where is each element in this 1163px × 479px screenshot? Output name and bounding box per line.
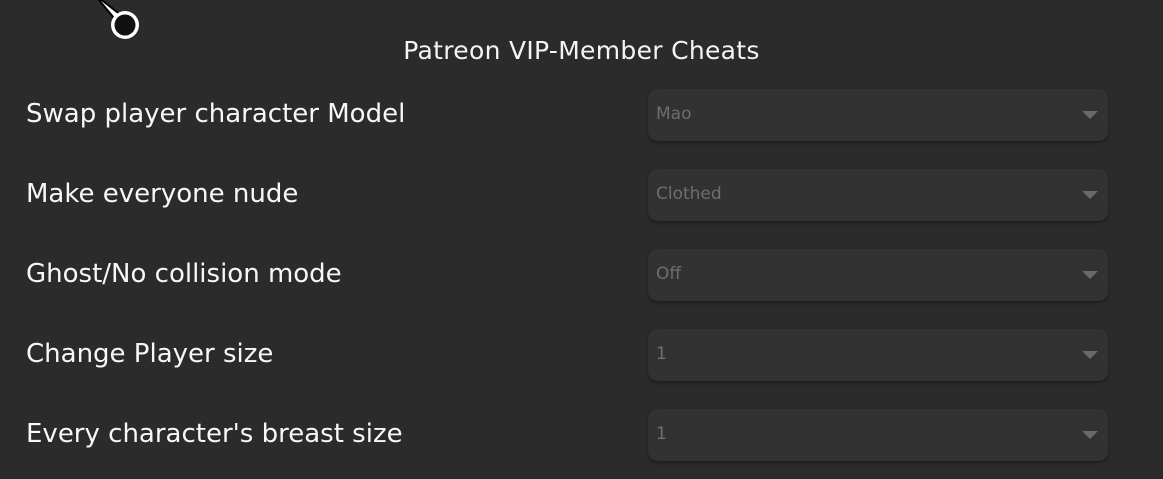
option-row-breast-size: Every character's breast size 1 [0, 409, 1163, 461]
nude-dropdown[interactable]: Clothed [648, 169, 1108, 221]
option-label: Swap player character Model [26, 99, 406, 129]
dropdown-value: Mao [656, 104, 692, 124]
option-label: Change Player size [26, 339, 274, 369]
option-label: Make everyone nude [26, 179, 299, 209]
dropdown-value: 1 [656, 344, 667, 364]
swap-model-dropdown[interactable]: Mao [648, 89, 1108, 141]
dropdown-value: 1 [656, 424, 667, 444]
panel-title: Patreon VIP-Member Cheats [403, 36, 760, 65]
chevron-down-icon [1082, 111, 1098, 119]
dropdown-value: Clothed [656, 184, 722, 204]
chevron-down-icon [1082, 431, 1098, 439]
option-row-swap-model: Swap player character Model Mao [0, 89, 1163, 141]
chevron-down-icon [1082, 351, 1098, 359]
option-row-nude: Make everyone nude Clothed [0, 169, 1163, 221]
ghost-mode-dropdown[interactable]: Off [648, 249, 1108, 301]
option-label: Every character's breast size [26, 419, 403, 449]
chevron-down-icon [1082, 271, 1098, 279]
player-size-dropdown[interactable]: 1 [648, 329, 1108, 381]
dropdown-value: Off [656, 264, 682, 284]
breast-size-dropdown[interactable]: 1 [648, 409, 1108, 461]
option-row-player-size: Change Player size 1 [0, 329, 1163, 381]
option-row-ghost-mode: Ghost/No collision mode Off [0, 249, 1163, 301]
option-label: Ghost/No collision mode [26, 259, 342, 289]
chevron-down-icon [1082, 191, 1098, 199]
